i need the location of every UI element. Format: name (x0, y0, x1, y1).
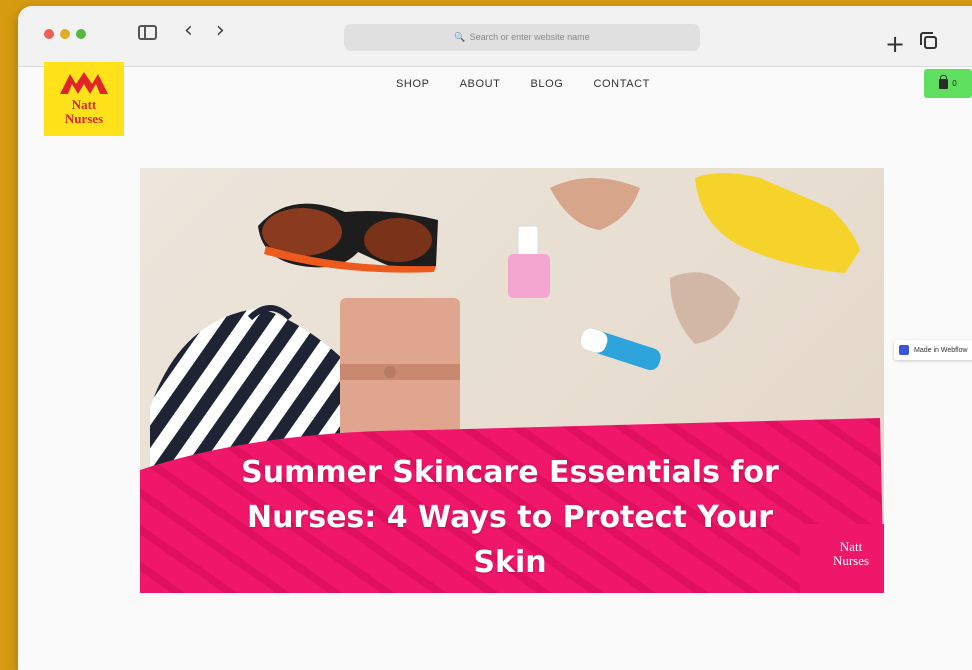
new-tab-button[interactable]: + (885, 32, 905, 56)
logo-text-line1: Natt (71, 97, 97, 112)
back-arrow-icon[interactable]: ‹ (184, 20, 193, 42)
lip-balm-icon (580, 328, 661, 371)
hero-image[interactable]: Summer Skincare Essentials for Nurses: 4… (140, 168, 884, 593)
hero-title-line1: Summer Skincare Essentials for (241, 455, 779, 490)
hero-brand-line2: Nurses (832, 553, 870, 568)
zoom-window-button[interactable] (76, 29, 86, 39)
cart-count: 0 (952, 79, 957, 88)
badge-label: Made in Webflow (914, 346, 968, 354)
browser-window: ‹ › 🔍 Search or enter website name + Natt… (18, 6, 972, 670)
minimize-window-button[interactable] (60, 29, 70, 39)
logo-emblem-icon (60, 72, 108, 94)
main-nav: SHOP ABOUT BLOG CONTACT (396, 78, 650, 90)
hero-brand-line1: Natt (839, 539, 863, 554)
webflow-icon (899, 345, 909, 355)
address-bar[interactable]: 🔍 Search or enter website name (344, 24, 700, 51)
nail-polish-icon (508, 225, 550, 298)
wallet-icon (340, 298, 460, 438)
nav-link-contact[interactable]: CONTACT (593, 78, 650, 90)
close-window-button[interactable] (44, 29, 54, 39)
hero-title-line2: Nurses: 4 Ways to Protect Your Skin (246, 500, 774, 580)
sunscreen-bottle-icon (695, 173, 860, 273)
forward-arrow-icon[interactable]: › (216, 20, 225, 42)
logo-text-line2: Nurses (64, 111, 104, 126)
nav-link-blog[interactable]: BLOG (530, 78, 563, 90)
cart-button[interactable]: 0 (924, 69, 972, 98)
hero-title-line3: from Sun Damage (210, 585, 810, 593)
search-icon: 🔍 (454, 32, 466, 42)
shopping-bag-icon (939, 74, 949, 89)
site-logo[interactable]: Natt Nurses (44, 62, 124, 136)
nav-link-about[interactable]: ABOUT (460, 78, 501, 90)
sidebar-toggle-icon[interactable] (138, 25, 157, 40)
address-placeholder: Search or enter website name (469, 32, 590, 42)
hero-brand-logo: Natt Nurses (816, 540, 884, 568)
sunglasses-icon (258, 203, 438, 273)
hero-title: Summer Skincare Essentials for Nurses: 4… (210, 450, 810, 593)
nav-link-shop[interactable]: SHOP (396, 78, 430, 90)
browser-toolbar: ‹ › 🔍 Search or enter website name + (18, 6, 972, 67)
made-in-webflow-badge[interactable]: Made in Webflow (894, 340, 972, 360)
tab-overview-icon[interactable] (920, 32, 937, 49)
